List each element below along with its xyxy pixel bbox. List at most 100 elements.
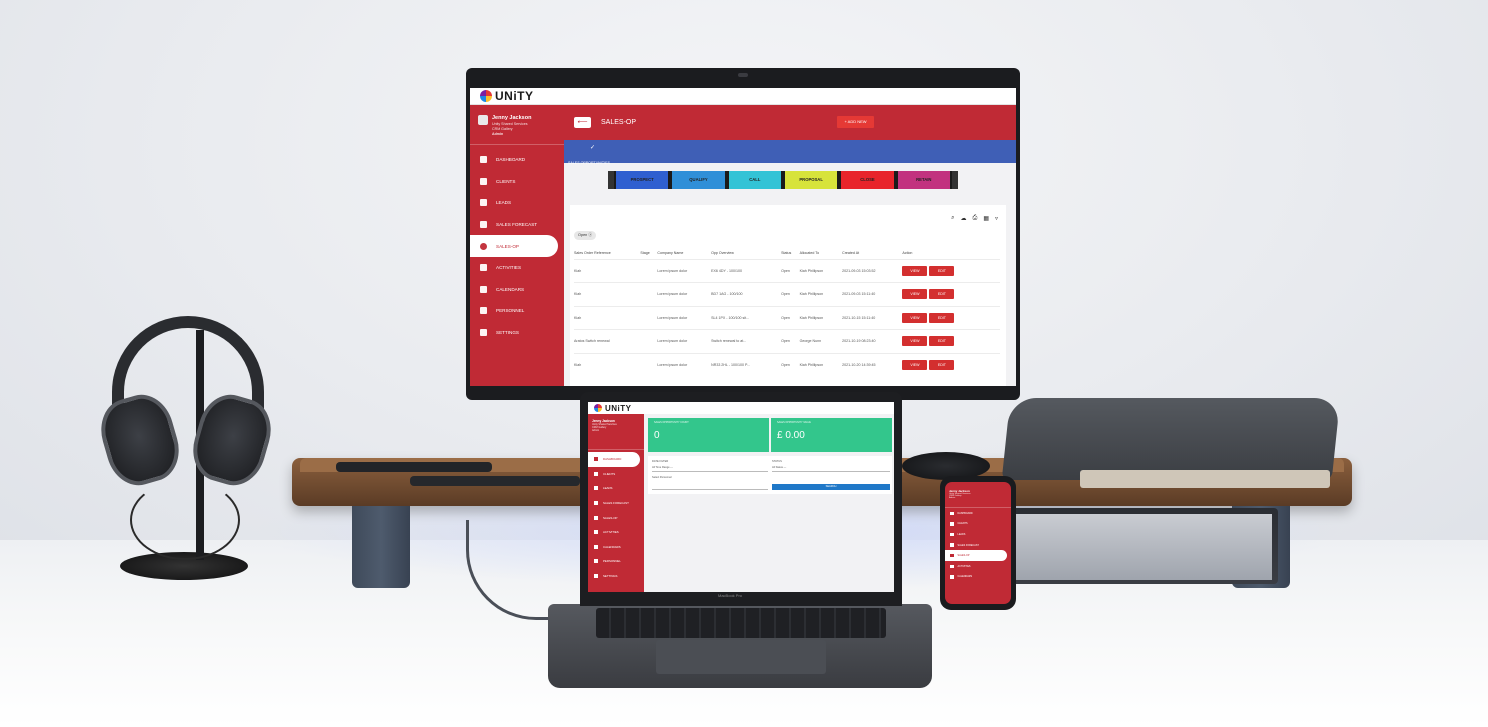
user-profile: Jenny Jackson Unity Shared Services CRM … bbox=[470, 105, 564, 145]
cloud-icon[interactable]: ☁ bbox=[961, 215, 967, 222]
sidebar-item-personnel[interactable]: PERSONNEL bbox=[588, 554, 644, 569]
sidebar-item-settings[interactable]: SETTINGS bbox=[470, 322, 564, 344]
shelf-tray bbox=[336, 462, 492, 472]
view-button[interactable]: VIEW bbox=[902, 265, 928, 276]
edit-button[interactable]: EDIT bbox=[929, 265, 955, 276]
pipeline-stage-proposal[interactable]: PROPOSAL bbox=[782, 171, 840, 189]
sidebar-item-clients[interactable]: CLIENTS bbox=[470, 171, 564, 193]
column-header-sales-order-reference[interactable]: Sales Order Reference bbox=[574, 247, 640, 259]
add-new-button[interactable]: + ADD NEW bbox=[837, 116, 874, 128]
edit-button[interactable]: EDIT bbox=[929, 336, 955, 347]
view-button[interactable]: VIEW bbox=[902, 312, 928, 323]
sidebar-item-activities[interactable]: ACTIVITIES bbox=[945, 561, 1011, 572]
sidebar-item-sales-op[interactable]: SALES-OP bbox=[945, 550, 1007, 561]
opportunities-table: Sales Order Reference Stage Company Name Op… bbox=[574, 247, 1000, 377]
sidebar-item-personnel[interactable]: PERSONNEL bbox=[470, 300, 564, 322]
view-button[interactable]: VIEW bbox=[902, 360, 928, 370]
opportunity-value-card: SALES OPPORTUNITY VALUE £ 0.00 bbox=[771, 418, 892, 452]
app-logo-text[interactable]: UNiTY bbox=[495, 89, 534, 103]
sidebar-item-sales-op[interactable]: SALES-OP bbox=[588, 510, 644, 525]
nav-icon bbox=[594, 530, 598, 535]
pipeline-stage-prospect[interactable]: PROSPECT bbox=[614, 171, 671, 189]
sidebar-item-label: CALENDARS bbox=[603, 544, 621, 549]
sidebar-item-leads[interactable]: LEADS bbox=[588, 481, 644, 496]
view-button[interactable]: VIEW bbox=[902, 336, 928, 347]
table-cell: Lorem ipsum dolor bbox=[657, 352, 712, 377]
personnel-select[interactable]: Select Personnel bbox=[652, 476, 672, 479]
sidebar-item-calendars[interactable]: CALENDARS bbox=[588, 540, 644, 555]
print-icon[interactable]: ⎙ bbox=[973, 215, 978, 222]
sidebar-item-sales-forecast[interactable]: SALES FORECAST bbox=[588, 496, 644, 511]
sidebar-item-sales-forecast[interactable]: SALES FORECAST bbox=[945, 540, 1011, 551]
search-button[interactable]: SEARCH bbox=[772, 484, 890, 490]
date-filter-label: DATE FILTER bbox=[652, 460, 669, 463]
table-cell: Lorem ipsum dolor bbox=[657, 282, 712, 306]
stat-value: 0 bbox=[654, 430, 660, 441]
pipeline-stage-call[interactable]: CALL bbox=[726, 171, 783, 189]
phone-user-profile: Jenny Jackson Unity Shared Services CRM … bbox=[945, 482, 1011, 508]
sidebar-item-settings[interactable]: SETTINGS bbox=[588, 569, 644, 584]
table-cell: SL4 1PX - 100/100 sit... bbox=[711, 305, 782, 330]
column-header-action[interactable]: Action bbox=[902, 247, 1000, 259]
sidebar-item-calendars[interactable]: CALENDARS bbox=[945, 572, 1011, 583]
column-header-company-name[interactable]: Company Name bbox=[657, 247, 711, 259]
action-cell: VIEW EDIT bbox=[902, 258, 1000, 283]
column-header-allocated-to[interactable]: Allocated To bbox=[800, 247, 843, 259]
table-cell bbox=[640, 329, 658, 353]
nav-icon bbox=[950, 511, 954, 516]
laptop-logo-text[interactable]: UNiTY bbox=[605, 404, 632, 413]
table-cell: Open bbox=[781, 282, 800, 306]
sidebar-item-dashboard[interactable]: DASHBOARD bbox=[945, 508, 1011, 519]
sidebar-item-sales-op[interactable]: SALES-OP bbox=[470, 235, 558, 257]
sidebar-item-label: SETTINGS bbox=[603, 574, 618, 579]
sidebar-item-sales-forecast[interactable]: SALES FORECAST bbox=[470, 214, 564, 236]
date-filter-select[interactable]: All Time Range --- bbox=[652, 466, 673, 469]
nav-icon bbox=[594, 559, 598, 564]
phone-icon bbox=[480, 264, 487, 272]
table-row: Kiah Lorem ipsum dolor BD7 1AG - 100/100 Op… bbox=[574, 282, 1000, 306]
sidebar-item-leads[interactable]: LEADS bbox=[470, 192, 564, 214]
laptop-screen: UNiTY Jenny Jackson Unity Shared Service… bbox=[588, 402, 894, 592]
pipeline-stage-close[interactable]: CLOSE bbox=[839, 171, 896, 189]
table-cell: Lorem ipsum dolor bbox=[657, 305, 712, 330]
table-row: Kiah Lorem ipsum dolor NR33 2HL - 100/100 … bbox=[574, 352, 1000, 377]
pipeline-stages: PROSPECT QUALIFY CALL PROPOSAL CLOSE RETAIN bbox=[608, 171, 958, 189]
search-icon[interactable]: ⌕ bbox=[951, 215, 954, 222]
view-button[interactable]: VIEW bbox=[902, 289, 928, 300]
sidebar-item-clients[interactable]: CLIENTS bbox=[945, 519, 1011, 530]
column-header-stage[interactable]: Stage bbox=[640, 247, 657, 259]
sidebar-item-activities[interactable]: ACTIVITIES bbox=[470, 257, 564, 279]
pipeline-stage-retain[interactable]: RETAIN bbox=[895, 171, 952, 189]
sidebar-item-label: PERSONNEL bbox=[603, 559, 621, 564]
column-header-opp-overview[interactable]: Opp Overview bbox=[711, 247, 781, 259]
filter-chip-open[interactable]: Open ⓧ bbox=[574, 231, 597, 240]
sidebar-item-label: SALES FORECAST bbox=[603, 501, 629, 506]
table-body: Kiah Lorem ipsum dolor EX6 4DY - 100/100 Op… bbox=[574, 258, 1000, 377]
personnel-underline bbox=[652, 489, 768, 490]
smartphone: Jenny Jackson Unity Shared Services CRM … bbox=[940, 476, 1016, 610]
sidebar-item-leads[interactable]: LEADS bbox=[945, 529, 1011, 540]
laptop-user-profile: Jenny Jackson Unity Shared Services CRM … bbox=[588, 414, 644, 450]
edit-button[interactable]: EDIT bbox=[929, 289, 955, 300]
columns-icon[interactable]: ▦ bbox=[983, 215, 989, 222]
edit-button[interactable]: EDIT bbox=[929, 360, 955, 370]
edit-button[interactable]: EDIT bbox=[929, 312, 955, 323]
sidebar-item-clients[interactable]: CLIENTS bbox=[588, 467, 644, 482]
column-header-status[interactable]: Status bbox=[781, 247, 799, 259]
sidebar-item-label: SALES FORECAST bbox=[496, 222, 538, 228]
laptop: UNiTY Jenny Jackson Unity Shared Service… bbox=[580, 392, 902, 606]
column-header-created-at[interactable]: Created At bbox=[842, 247, 902, 259]
table-cell: BD7 1AG - 100/100 bbox=[711, 282, 782, 306]
laptop-dashboard: SALES OPPORTUNITY COUNT 0 SALES OPPORTUN… bbox=[648, 418, 892, 494]
sidebar-item-label: LEADS bbox=[603, 486, 613, 491]
pipeline-stage-qualify[interactable]: QUALIFY bbox=[670, 171, 727, 189]
status-filter-select[interactable]: All Status --- bbox=[772, 466, 786, 469]
sales-pipeline: PROSPECT QUALIFY CALL PROPOSAL CLOSE RETAIN bbox=[564, 163, 1016, 195]
filter-icon[interactable]: ▿ bbox=[995, 215, 998, 222]
sidebar-item-dashboard[interactable]: DASHBOARD bbox=[470, 149, 564, 171]
sidebar-item-calendars[interactable]: CALENDARS bbox=[470, 279, 564, 301]
back-button[interactable]: ⟵ bbox=[574, 117, 591, 128]
sidebar-item-activities[interactable]: ACTIVITIES bbox=[588, 525, 644, 540]
table-cell: Lorem ipsum dolor bbox=[657, 258, 712, 283]
sidebar-item-dashboard[interactable]: DASHBOARD bbox=[588, 452, 640, 467]
